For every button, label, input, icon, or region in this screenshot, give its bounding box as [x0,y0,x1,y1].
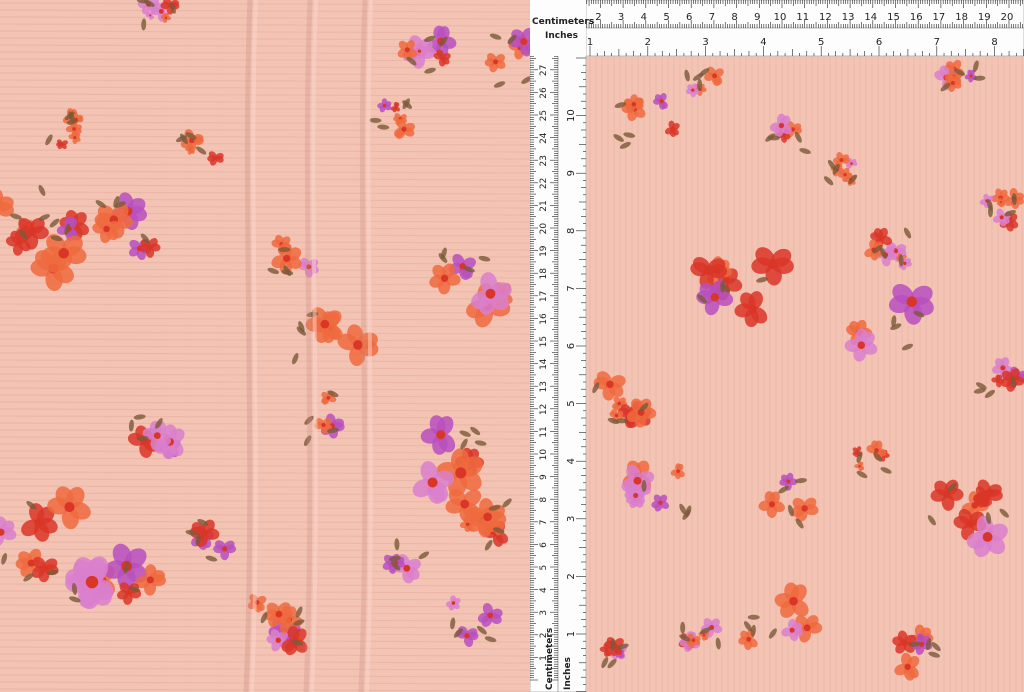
top-inch-tick-label: 6 [876,37,882,48]
top-inch-tick-label: 7 [934,37,940,48]
left-cm-tick-label: 25 [539,110,549,121]
top-inch-tick-label: 4 [760,37,766,48]
left-cm-tick-label: 26 [539,87,549,99]
left-inches-label: Inches [563,657,573,690]
left-cm-tick-label: 22 [539,178,549,189]
top-cm-tick-label: 17 [933,12,946,23]
top-inch-tick-label: 2 [645,37,651,48]
left-cm-tick-label: 6 [539,542,549,548]
left-cm-tick-label: 13 [539,381,549,392]
top-cm-tick-label: 20 [1001,12,1014,23]
top-inch-tick-label: 3 [702,37,708,48]
left-inch-tick-label: 8 [566,228,577,234]
leaf-motif [278,247,291,253]
left-inch-tick-label: 1 [566,631,577,637]
left-cm-tick-label: 8 [539,497,549,503]
left-cm-tick-label: 14 [539,358,549,370]
leaf-motif [615,418,628,424]
top-inch-tick-label: 1 [587,37,593,48]
left-cm-tick-label: 5 [539,565,549,571]
left-cm-tick-label: 20 [539,223,549,235]
top-cm-tick-label: 2 [595,12,601,23]
top-cm-tick-label: 19 [978,12,991,23]
left-cm-tick-label: 4 [539,587,549,593]
top-cm-tick-label: 18 [955,12,968,23]
left-cm-tick-label: 12 [539,404,549,415]
corner-centimeters-label: Centimeters [532,17,594,27]
left-cm-tick-label: 11 [539,426,549,437]
draped-fabric-photo [0,0,530,692]
top-cm-tick-label: 14 [864,12,877,23]
left-inch-tick-label: 9 [566,170,577,176]
left-inch-tick-label: 6 [566,343,577,349]
corner-inches-label: Inches [545,31,578,41]
leaf-motif [747,614,760,620]
left-cm-tick-label: 16 [539,313,549,325]
left-inch-tick-label: 2 [566,573,577,579]
left-cm-tick-label: 15 [539,336,549,347]
left-cm-tick-label: 21 [539,200,549,211]
left-cm-tick-label: 27 [539,65,549,76]
top-cm-tick-label: 3 [618,12,624,23]
left-cm-tick-label: 23 [539,155,549,166]
left-cm-tick-label: 7 [539,520,549,526]
left-ruler: 1234567891011121314151617181920212223242… [530,0,594,692]
top-cm-tick-label: 5 [663,12,669,23]
left-inch-tick-label: 3 [566,516,577,522]
top-cm-tick-label: 10 [774,12,787,23]
top-cm-tick-label: 12 [819,12,832,23]
top-cm-tick-label: 6 [686,12,692,23]
left-cm-tick-label: 24 [539,132,549,144]
left-cm-tick-label: 3 [539,610,549,616]
flat-fabric-with-ruler: 1234567891011121314151617181920 12345678… [530,0,1024,692]
left-cm-tick-label: 10 [539,449,549,461]
top-cm-tick-label: 7 [709,12,715,23]
top-cm-tick-label: 16 [910,12,923,23]
left-cm-tick-label: 18 [539,268,549,280]
top-cm-tick-label: 4 [641,12,647,23]
left-cm-tick-label: 19 [539,245,549,257]
top-cm-tick-label: 13 [842,12,855,23]
top-cm-tick-label: 9 [754,12,760,23]
fabric-photo-scene: 1234567891011121314151617181920 12345678… [0,0,1024,692]
top-cm-tick-label: 15 [887,12,900,23]
top-inch-tick-label: 5 [818,37,824,48]
left-inch-tick-label: 4 [566,458,577,464]
top-cm-tick-label: 8 [731,12,737,23]
left-cm-tick-label: 17 [539,291,549,302]
left-cm-tick-label: 9 [539,474,549,480]
left-inch-tick-label: 10 [566,109,577,122]
top-inch-tick-label: 8 [991,37,997,48]
left-centimeters-label: Centimeters [545,628,555,690]
top-cm-tick-label: 11 [796,12,809,23]
top-ruler: 1234567891011121314151617181920 12345678… [530,0,1024,57]
left-inch-tick-label: 7 [566,285,577,291]
left-inch-tick-label: 5 [566,400,577,406]
